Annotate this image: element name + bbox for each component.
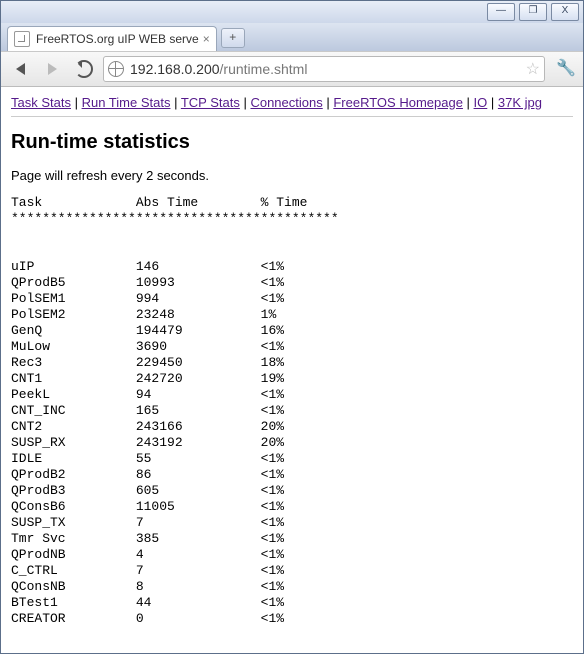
link-task-stats[interactable]: Task Stats (11, 95, 71, 110)
reload-icon (75, 60, 93, 78)
nav-sep: | (463, 95, 474, 110)
nav-sep: | (71, 95, 82, 110)
bookmark-star-icon[interactable]: ☆ (526, 59, 540, 79)
forward-button[interactable] (39, 57, 65, 81)
globe-icon (108, 61, 124, 77)
top-nav-links: Task Stats | Run Time Stats | TCP Stats … (11, 95, 573, 117)
nav-sep: | (170, 95, 180, 110)
page-content: Task Stats | Run Time Stats | TCP Stats … (1, 87, 583, 653)
link-freertos-home[interactable]: FreeRTOS Homepage (333, 95, 463, 110)
browser-toolbar: 192.168.0.200/runtime.shtml ☆ 🔧 (1, 51, 583, 87)
tab-close-icon[interactable]: × (203, 32, 210, 46)
page-favicon-icon (14, 31, 30, 47)
page-title: Run-time statistics (11, 131, 573, 154)
link-run-time-stats[interactable]: Run Time Stats (82, 95, 171, 110)
nav-sep: | (487, 95, 498, 110)
browser-tab[interactable]: FreeRTOS.org uIP WEB serve × (7, 26, 217, 51)
window-maximize-button[interactable]: ❐ (519, 3, 547, 21)
back-button[interactable] (7, 57, 33, 81)
tab-title: FreeRTOS.org uIP WEB serve (36, 32, 199, 46)
wrench-icon: 🔧 (556, 61, 572, 77)
reload-button[interactable] (71, 57, 97, 81)
nav-sep: | (323, 95, 334, 110)
address-bar[interactable]: 192.168.0.200/runtime.shtml ☆ (103, 56, 545, 82)
url-path: /runtime.shtml (220, 61, 308, 77)
window-minimize-button[interactable]: — (487, 3, 515, 21)
link-37k-jpg[interactable]: 37K jpg (498, 95, 542, 110)
browser-window: — ❐ X FreeRTOS.org uIP WEB serve × + 192… (0, 0, 584, 654)
arrow-right-icon (48, 63, 57, 75)
url-host: 192.168.0.200 (130, 61, 220, 77)
arrow-left-icon (16, 63, 25, 75)
link-io[interactable]: IO (474, 95, 488, 110)
refresh-note: Page will refresh every 2 seconds. (11, 168, 573, 183)
tab-strip: FreeRTOS.org uIP WEB serve × + (1, 23, 583, 51)
wrench-menu-button[interactable]: 🔧 (551, 57, 577, 81)
link-connections[interactable]: Connections (250, 95, 322, 110)
new-tab-button[interactable]: + (221, 28, 245, 48)
runtime-stats-table: Task Abs Time % Time *******************… (11, 195, 573, 627)
nav-sep: | (240, 95, 251, 110)
link-tcp-stats[interactable]: TCP Stats (181, 95, 240, 110)
window-close-button[interactable]: X (551, 3, 579, 21)
window-titlebar: — ❐ X (1, 1, 583, 23)
